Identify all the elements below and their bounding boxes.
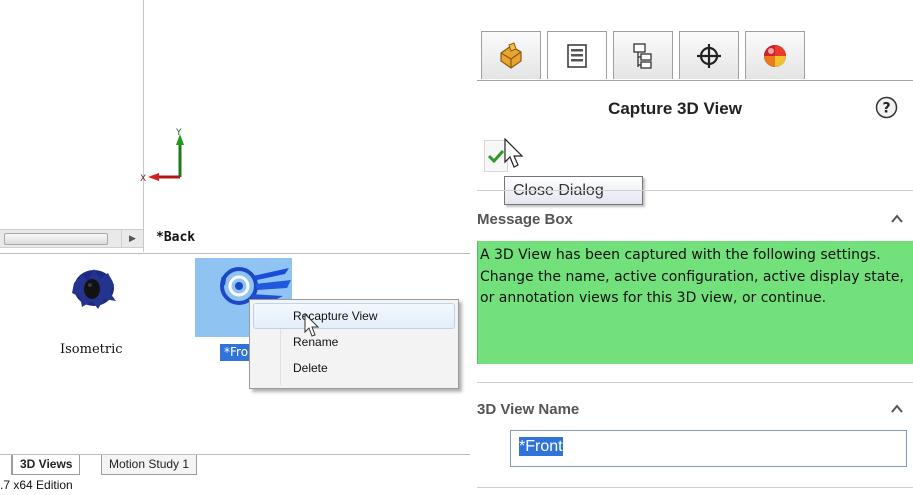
property-manager-icon: [567, 43, 587, 68]
checkmark-icon: [488, 149, 504, 163]
status-bar-text: .7 x64 Edition: [0, 478, 73, 492]
display-manager-icon: [764, 44, 786, 67]
tab-property-manager[interactable]: [547, 31, 607, 79]
menu-item-label: Recapture View: [293, 309, 378, 323]
ok-button[interactable]: [484, 140, 508, 172]
tab-strip-baseline: [477, 80, 913, 81]
menu-item-rename[interactable]: Rename: [253, 329, 455, 355]
view-name-header[interactable]: 3D View Name: [477, 396, 913, 424]
bottom-tab-bar: 3D Views Motion Study 1: [0, 454, 470, 475]
menu-item-label: Rename: [293, 335, 339, 349]
group-divider: [477, 382, 913, 383]
scroll-right-arrow-icon[interactable]: ▶: [121, 230, 143, 247]
view-name-input[interactable]: *Front: [510, 430, 907, 467]
chevron-up-icon[interactable]: [890, 402, 904, 416]
tab-feature-manager[interactable]: [481, 31, 541, 79]
triad-y-label: Y: [175, 128, 182, 138]
help-icon[interactable]: ?: [875, 96, 898, 119]
menu-item-recapture-view[interactable]: Recapture View: [253, 303, 455, 329]
feature-manager-icon: [500, 41, 522, 69]
property-manager-panel: Capture 3D View ? Close Dialog Message B…: [477, 0, 913, 495]
group-divider: [477, 190, 913, 191]
view-thumbnail-isometric[interactable]: [68, 263, 120, 313]
menu-item-delete[interactable]: Delete: [253, 355, 455, 381]
tab-display-manager[interactable]: [745, 31, 805, 79]
context-menu: Recapture View Rename Delete: [249, 299, 459, 389]
group-title: Message Box: [477, 211, 573, 228]
tab-bar-fill: [234, 455, 470, 456]
property-manager-title: Capture 3D View: [608, 99, 742, 118]
triad-x-label: X: [140, 174, 146, 184]
tab-motion-study-1[interactable]: Motion Study 1: [101, 455, 198, 475]
view-name-value: *Front: [519, 437, 563, 456]
configuration-manager-icon: [633, 42, 652, 69]
manager-tab-strip: [477, 0, 913, 82]
chevron-up-icon[interactable]: [890, 212, 904, 226]
reference-triad: Y X: [140, 128, 184, 184]
graphics-area: Y X ▶ *Back Isometric *Front Recapture V…: [0, 0, 470, 495]
dim-xpert-manager-icon: [697, 43, 721, 68]
tab-3d-views[interactable]: 3D Views: [12, 455, 81, 475]
tab-scroll-stub[interactable]: [0, 455, 12, 475]
message-box-text: A 3D View has been captured with the fol…: [477, 241, 913, 364]
tab-configuration-manager[interactable]: [613, 31, 673, 79]
horizontal-scrollbar[interactable]: ▶: [0, 229, 143, 248]
message-box-header[interactable]: Message Box: [477, 206, 913, 234]
svg-text:?: ?: [882, 101, 890, 117]
group-divider: [477, 487, 913, 488]
scrollbar-thumb[interactable]: [4, 233, 108, 245]
tab-dimxpert-manager[interactable]: [679, 31, 739, 79]
menu-item-label: Delete: [293, 361, 328, 375]
group-title: 3D View Name: [477, 401, 580, 418]
view-label-isometric[interactable]: Isometric: [60, 342, 123, 357]
current-view-label: *Back: [156, 230, 196, 245]
